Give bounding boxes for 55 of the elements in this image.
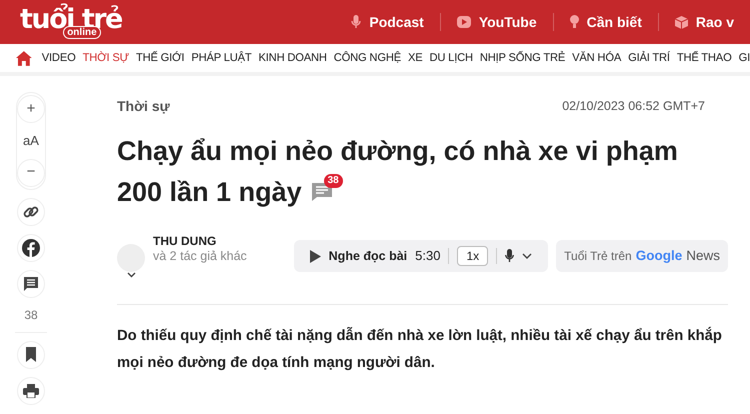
nav-link[interactable]: CÔNG NGHỆ <box>334 50 401 66</box>
home-icon[interactable] <box>16 50 32 66</box>
listen-label: Nghe đọc bài <box>328 248 408 265</box>
audio-duration: 5:30 <box>415 247 440 266</box>
article-lead: Do thiếu quy định chế tài nặng dẫn đến nhà xe lờn luật, nhiều tài xế chạy ẩu trên khắp mọi nẻo đường đe dọa tính mạng người dân. <box>117 326 723 374</box>
audio-player[interactable]: Nghe đọc bài 5:30 1x <box>294 240 548 272</box>
box-icon <box>674 16 688 28</box>
header-link[interactable]: Podcast <box>351 12 424 32</box>
nav-link[interactable]: THỜI SỰ <box>82 50 129 66</box>
article-title: Chạy ẩu mọi nẻo đường, có nhà xe vi phạm <box>117 135 678 168</box>
comment-icon[interactable] <box>312 182 332 201</box>
zoom-out-button[interactable]: − <box>17 158 45 186</box>
header-link[interactable]: YouTube <box>456 12 537 32</box>
microphone-icon[interactable] <box>505 249 514 263</box>
play-icon[interactable] <box>310 250 321 262</box>
nav-link[interactable]: PHÁP LUẬT <box>191 50 252 66</box>
nav-link[interactable]: VIDEO <box>42 50 76 66</box>
nav-link[interactable]: GIẢI TRÍ <box>628 50 670 66</box>
play-icon <box>456 16 471 28</box>
nav-link[interactable]: VĂN HÓA <box>572 50 622 66</box>
nav-link[interactable]: KINH DOANH <box>258 50 327 66</box>
co-authors-text[interactable]: và 2 tác giả khác <box>153 249 247 265</box>
comment-count: 38 <box>24 306 38 324</box>
zoom-in-button[interactable]: + <box>17 95 45 123</box>
header-link[interactable]: Cần biết <box>570 12 642 32</box>
header-link[interactable]: Rao v <box>674 12 734 32</box>
link-icon <box>23 204 39 220</box>
comment-button[interactable] <box>17 270 45 298</box>
font-size-button[interactable]: aA <box>23 131 39 150</box>
nav-link[interactable]: DU LỊCH <box>430 50 473 66</box>
chevron-down-icon[interactable] <box>522 253 532 259</box>
author-name[interactable]: THU DUNG <box>153 234 247 249</box>
nav-link[interactable]: XE <box>408 50 422 66</box>
chevron-down-icon[interactable] <box>126 272 136 278</box>
article-title: 200 lần 1 ngày <box>117 176 302 209</box>
link-button[interactable] <box>17 198 45 226</box>
lightbulb-icon <box>570 15 579 29</box>
printer-icon <box>23 384 39 398</box>
microphone-icon <box>351 15 362 29</box>
author-avatar <box>117 244 145 272</box>
publish-date: 02/10/2023 06:52 GMT+7 <box>562 98 705 116</box>
nav-link[interactable]: NHỊP SỐNG TRẺ <box>480 50 566 66</box>
speed-button[interactable]: 1x <box>457 246 488 266</box>
facebook-icon <box>22 238 40 256</box>
google-news-link[interactable]: Tuổi Trẻ trên Google News <box>556 240 728 272</box>
comment-icon <box>23 276 39 292</box>
nav-link[interactable]: THẾ GIỚI <box>136 50 184 66</box>
print-button[interactable] <box>17 376 45 404</box>
facebook-button[interactable] <box>17 234 45 262</box>
bookmark-button[interactable] <box>17 340 45 368</box>
nav-link[interactable]: GI <box>738 50 750 66</box>
category-label[interactable]: Thời sự <box>117 96 170 117</box>
bookmark-icon <box>25 347 37 362</box>
comment-count-badge: 38 <box>324 174 343 188</box>
nav-link[interactable]: THỂ THAO <box>676 50 732 66</box>
